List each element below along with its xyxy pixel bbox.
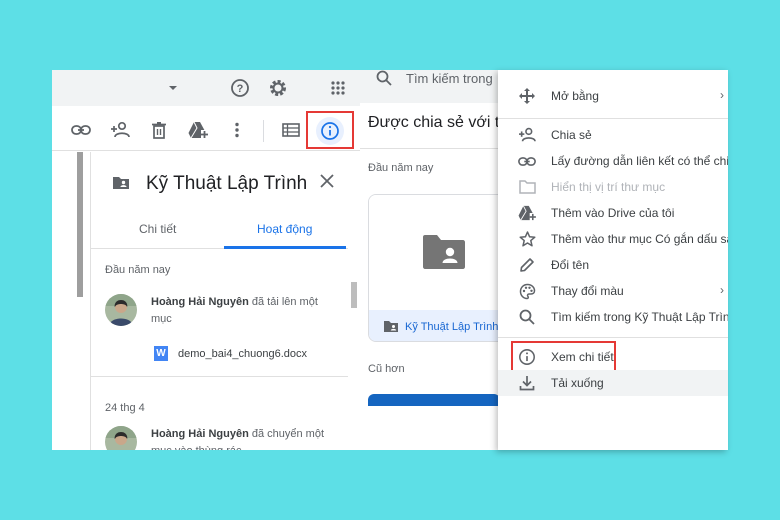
tab-activity[interactable]: Hoạt động bbox=[257, 222, 312, 236]
add-to-drive-icon[interactable] bbox=[185, 117, 211, 143]
chevron-right-icon: › bbox=[720, 283, 724, 297]
shared-folder-icon bbox=[112, 175, 130, 190]
palette-icon bbox=[518, 282, 536, 300]
menu-item-change-color[interactable]: Thay đổi màu › bbox=[498, 278, 728, 304]
tab-details[interactable]: Chi tiết bbox=[139, 222, 176, 236]
activity-description: Hoàng Hải Nguyên đã chuyển một mục vào t… bbox=[151, 426, 331, 450]
folder-outline-icon bbox=[518, 178, 536, 196]
panel-title: Kỹ Thuật Lập Trình bbox=[146, 173, 308, 194]
menu-item-search-in-folder[interactable]: Tìm kiếm trong Kỹ Thuật Lập Trình bbox=[498, 304, 728, 330]
settings-icon[interactable] bbox=[264, 74, 292, 102]
close-icon[interactable] bbox=[320, 174, 334, 188]
menu-item-open-with[interactable]: Mở bằng › bbox=[498, 83, 728, 109]
dropdown-caret-icon[interactable] bbox=[167, 82, 179, 94]
menu-divider bbox=[498, 337, 728, 338]
view-details-highlight bbox=[511, 341, 616, 372]
folder-thumbnail bbox=[369, 195, 500, 310]
activity-description: Hoàng Hải Nguyên đã tải lên một mục bbox=[151, 294, 331, 328]
scrollbar[interactable] bbox=[77, 152, 83, 297]
section-label: Đầu năm nay bbox=[368, 162, 434, 174]
folder-card-name: Kỹ Thuật Lập Trình bbox=[369, 310, 500, 341]
toolbar-divider-line bbox=[52, 150, 360, 151]
search-input[interactable]: Tìm kiếm trong bbox=[406, 71, 493, 86]
toolbar-divider bbox=[263, 120, 264, 142]
menu-item-download[interactable]: Tải xuống bbox=[498, 370, 728, 396]
avatar bbox=[105, 294, 137, 326]
menu-item-share[interactable]: Chia sẻ bbox=[498, 122, 728, 148]
folder-card[interactable]: Kỹ Thuật Lập Trình bbox=[368, 194, 500, 342]
menu-item-label: Đổi tên bbox=[551, 258, 590, 272]
add-person-icon[interactable] bbox=[107, 117, 133, 143]
search-icon bbox=[518, 308, 536, 326]
apps-grid-icon[interactable] bbox=[324, 74, 352, 102]
menu-item-label: Hiển thị vị trí thư mục bbox=[551, 180, 666, 194]
avatar bbox=[105, 426, 137, 450]
add-to-drive-icon bbox=[518, 204, 536, 222]
activity-divider bbox=[90, 376, 348, 377]
star-outline-icon bbox=[518, 230, 536, 248]
menu-item-label: Lấy đường dẫn liên kết có thể chia bbox=[551, 154, 728, 168]
add-person-icon bbox=[518, 126, 536, 144]
context-menu: Mở bằng › Chia sẻ Lấy đường dẫn liên kết… bbox=[498, 70, 728, 450]
word-doc-icon: W bbox=[154, 346, 168, 361]
section-label: Cũ hơn bbox=[368, 363, 405, 375]
tab-active-indicator bbox=[224, 246, 346, 249]
help-icon[interactable]: ? bbox=[226, 74, 254, 102]
svg-text:?: ? bbox=[237, 83, 244, 95]
more-vert-icon[interactable] bbox=[224, 117, 250, 143]
download-icon bbox=[518, 374, 536, 392]
top-bar bbox=[52, 70, 360, 106]
chevron-right-icon: › bbox=[720, 88, 724, 102]
activity-file-name: demo_bai4_chuong6.docx bbox=[178, 347, 308, 360]
header-divider bbox=[360, 148, 500, 149]
activity-user: Hoàng Hải Nguyên bbox=[151, 428, 249, 440]
menu-divider bbox=[498, 118, 728, 119]
menu-item-label: Thay đổi màu bbox=[551, 284, 624, 298]
activity-section-label: Đầu năm nay bbox=[105, 264, 171, 276]
menu-item-label: Mở bằng bbox=[551, 89, 599, 103]
move-arrows-icon bbox=[518, 87, 536, 105]
panel-divider bbox=[90, 152, 91, 450]
link-icon bbox=[518, 152, 536, 170]
file-list-panel: Tìm kiếm trong Được chia sẻ với tôi Đầu … bbox=[360, 70, 500, 450]
folder-card-label: Kỹ Thuật Lập Trình bbox=[405, 320, 499, 333]
link-icon[interactable] bbox=[68, 117, 94, 143]
details-panel: ? Kỹ Thuật Lập Trình Chi tiết Hoạt động … bbox=[52, 70, 360, 450]
activity-file[interactable]: W demo_bai4_chuong6.docx bbox=[154, 346, 307, 361]
shared-folder-icon bbox=[383, 320, 399, 333]
menu-item-label: Thêm vào thư mục Có gắn dấu sao bbox=[551, 232, 728, 246]
activity-user: Hoàng Hải Nguyên bbox=[151, 296, 249, 308]
search-icon[interactable] bbox=[376, 70, 392, 86]
trash-icon[interactable] bbox=[146, 117, 172, 143]
activity-section-label: 24 thg 4 bbox=[105, 402, 145, 414]
scrollbar[interactable] bbox=[351, 282, 357, 308]
pencil-icon bbox=[518, 256, 536, 274]
menu-item-rename[interactable]: Đổi tên bbox=[498, 252, 728, 278]
menu-item-label: Tải xuống bbox=[551, 376, 604, 390]
menu-item-label: Tìm kiếm trong Kỹ Thuật Lập Trình bbox=[551, 310, 728, 324]
list-view-icon[interactable] bbox=[278, 117, 304, 143]
menu-item-get-link[interactable]: Lấy đường dẫn liên kết có thể chia bbox=[498, 148, 728, 174]
menu-item-add-starred[interactable]: Thêm vào thư mục Có gắn dấu sao bbox=[498, 226, 728, 252]
shared-folder-icon bbox=[421, 233, 467, 271]
menu-item-label: Thêm vào Drive của tôi bbox=[551, 206, 675, 220]
info-button-highlight bbox=[306, 111, 354, 149]
folder-card-preview[interactable] bbox=[368, 394, 500, 406]
menu-item-show-location: Hiển thị vị trí thư mục bbox=[498, 174, 728, 200]
page-title: Được chia sẻ với tôi bbox=[368, 114, 500, 131]
menu-item-add-to-drive[interactable]: Thêm vào Drive của tôi bbox=[498, 200, 728, 226]
menu-item-label: Chia sẻ bbox=[551, 128, 592, 142]
